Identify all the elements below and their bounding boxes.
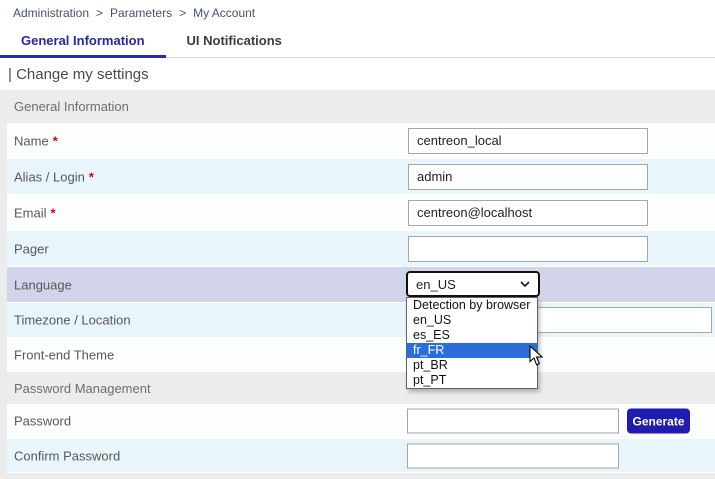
settings-form: General Information Name* Alias / Login*… xyxy=(0,90,715,479)
confirm-password-label: Confirm Password xyxy=(14,448,120,463)
row-password: Password Generate xyxy=(7,404,715,439)
chevron-down-icon xyxy=(520,281,530,287)
language-select-value: en_US xyxy=(416,277,456,292)
row-front-end-theme: Front-end Theme xyxy=(7,338,715,372)
timezone-label: Timezone / Location xyxy=(14,313,131,328)
breadcrumb-item-administration[interactable]: Administration xyxy=(13,6,89,20)
breadcrumb: Administration > Parameters > My Account xyxy=(0,0,715,26)
section-password-management: Password Management xyxy=(0,372,715,404)
name-field[interactable] xyxy=(408,128,648,154)
tab-ui-notifications[interactable]: UI Notifications xyxy=(166,33,303,58)
alias-login-label: Alias / Login* xyxy=(14,169,94,184)
language-option-pt-br[interactable]: pt_BR xyxy=(407,358,537,373)
language-label: Language xyxy=(14,277,72,292)
language-option-es-es[interactable]: es_ES xyxy=(407,328,537,343)
name-label: Name* xyxy=(14,133,58,148)
pager-field[interactable] xyxy=(408,236,648,262)
generate-password-button[interactable]: Generate xyxy=(627,409,690,434)
breadcrumb-separator: > xyxy=(96,6,103,20)
required-asterisk: * xyxy=(53,133,58,148)
row-language: Language en_US xyxy=(7,267,715,303)
section-general-information: General Information xyxy=(0,90,715,123)
language-option-en-us[interactable]: en_US xyxy=(407,313,537,328)
pager-label: Pager xyxy=(14,241,49,256)
email-label: Email* xyxy=(14,205,56,220)
bottom-strip xyxy=(0,473,715,479)
row-name: Name* xyxy=(7,123,715,159)
row-timezone: Timezone / Location xyxy=(7,303,715,338)
required-asterisk: * xyxy=(51,205,56,220)
language-option-pt-pt[interactable]: pt_PT xyxy=(407,373,537,388)
breadcrumb-item-my-account[interactable]: My Account xyxy=(193,6,255,20)
tab-general-information[interactable]: General Information xyxy=(0,33,166,58)
password-field[interactable] xyxy=(407,409,619,434)
tab-bar: General Information UI Notifications xyxy=(0,26,715,58)
email-field[interactable] xyxy=(408,200,648,226)
required-asterisk: * xyxy=(89,169,94,184)
page-title: | Change my settings xyxy=(0,58,715,90)
row-email: Email* xyxy=(7,195,715,231)
password-label: Password xyxy=(14,414,71,429)
row-pager: Pager xyxy=(7,231,715,267)
row-confirm-password: Confirm Password xyxy=(7,439,715,473)
language-option-detection[interactable]: Detection by browser xyxy=(407,298,537,313)
row-alias-login: Alias / Login* xyxy=(7,159,715,195)
my-account-page: Administration > Parameters > My Account… xyxy=(0,0,715,479)
breadcrumb-separator: > xyxy=(179,6,186,20)
language-dropdown-list: Detection by browser en_US es_ES fr_FR p… xyxy=(406,297,538,389)
breadcrumb-item-parameters[interactable]: Parameters xyxy=(110,6,172,20)
language-option-fr-fr[interactable]: fr_FR xyxy=(407,343,537,358)
confirm-password-field[interactable] xyxy=(407,443,619,468)
alias-login-field[interactable] xyxy=(408,164,648,190)
language-select[interactable]: en_US xyxy=(406,271,540,297)
front-end-theme-label: Front-end Theme xyxy=(14,347,114,362)
